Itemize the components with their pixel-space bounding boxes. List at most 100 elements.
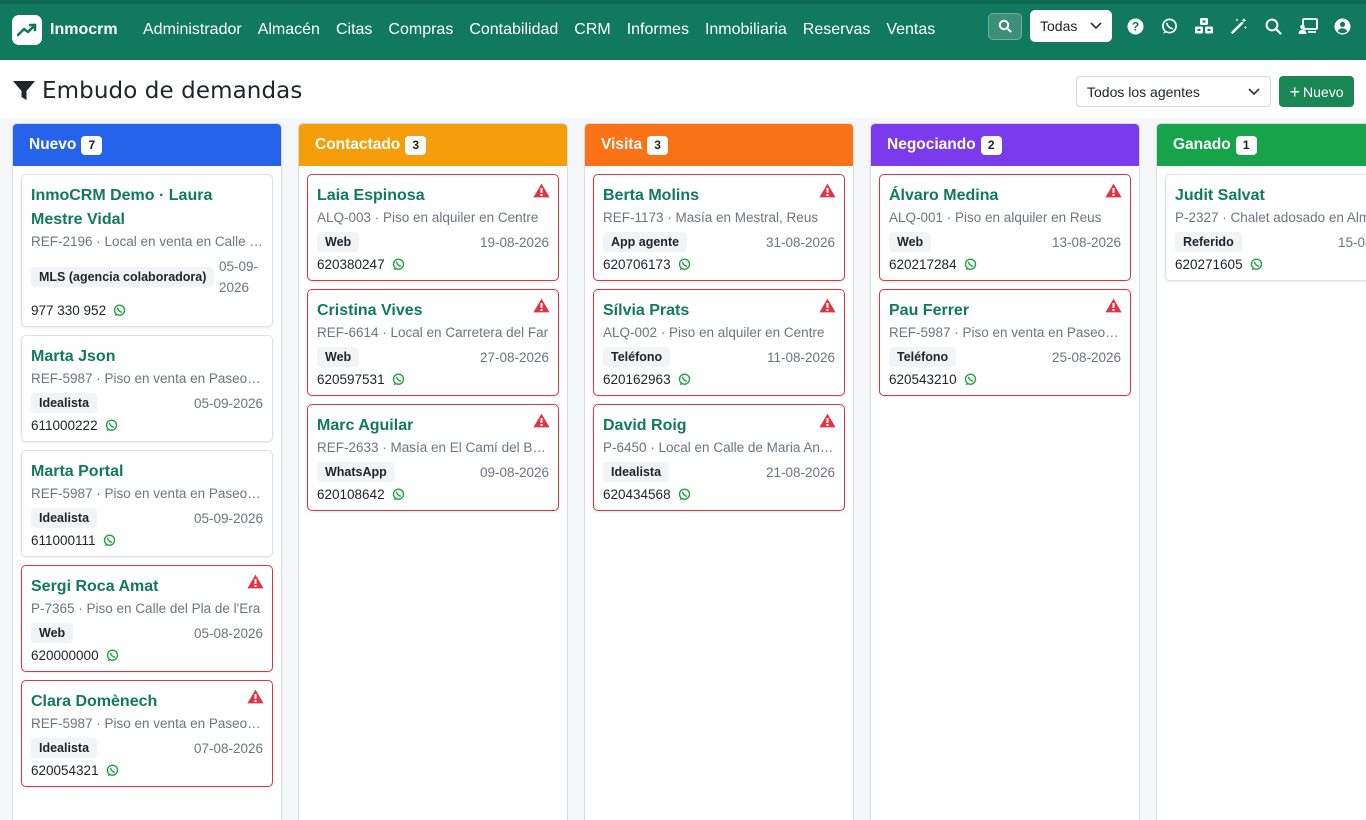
demand-card[interactable]: Pau Ferrer REF-5987 · Piso en venta en Pa… (879, 289, 1131, 396)
demand-card[interactable]: Sergi Roca Amat P-7365 · Piso en Calle de… (21, 565, 273, 672)
whatsapp-icon[interactable] (392, 488, 405, 501)
column-title: Contactado (315, 136, 401, 153)
channel-badge: Idealista (31, 393, 98, 413)
whatsapp-icon[interactable] (392, 373, 405, 386)
nav-item-contabilidad[interactable]: Contabilidad (461, 0, 566, 60)
nav-item-reservas[interactable]: Reservas (795, 0, 879, 60)
card-client-name[interactable]: Laia Espinosa (317, 184, 549, 208)
warning-icon (247, 689, 264, 709)
page-header: Embudo de demandas Todos los agentes + N… (0, 60, 1366, 118)
card-property-ref: P-6450 · Local en Calle de Maria Antònia (603, 440, 835, 455)
card-date: 07-08-2026 (193, 740, 263, 756)
nav-item-compras[interactable]: Compras (380, 0, 461, 60)
card-meta: App agente 31-08-2026 (603, 232, 835, 252)
demand-card[interactable]: Marta Json REF-5987 · Piso en venta en Pa… (21, 335, 273, 442)
card-client-name[interactable]: InmoCRM Demo · Laura Mestre Vidal (31, 184, 263, 232)
nav-item-inmobiliaria[interactable]: Inmobiliaria (697, 0, 795, 60)
whatsapp-icon[interactable] (106, 649, 119, 662)
column-nuevo: Nuevo 7 InmoCRM Demo · Laura Mestre Vidal R… (12, 123, 282, 820)
demand-card[interactable]: Laia Espinosa ALQ-003 · Piso en alquiler … (307, 174, 559, 281)
column-count-badge: 7 (81, 135, 103, 155)
help-icon[interactable]: ? (1125, 16, 1145, 36)
column-title: Ganado (1173, 136, 1231, 153)
card-property-ref: P-7365 · Piso en Calle del Pla de l'Era (31, 601, 261, 616)
demand-card[interactable]: Clara Domènech REF-5987 · Piso en venta e… (21, 680, 273, 787)
search-toggle-button[interactable] (988, 12, 1022, 40)
demand-card[interactable]: Judit Salvat P-2327 · Chalet adosado en A… (1165, 174, 1366, 281)
demand-card[interactable]: Cristina Vives REF-6614 · Local en Carret… (307, 289, 559, 396)
whatsapp-icon[interactable] (678, 488, 691, 501)
nav-item-almacen[interactable]: Almacén (250, 0, 328, 60)
demand-card[interactable]: David Roig P-6450 · Local en Calle de Mar… (593, 404, 845, 511)
card-date: 21-08-2026 (765, 464, 835, 480)
card-client-name[interactable]: Pau Ferrer (889, 299, 1121, 323)
card-client-name[interactable]: Marc Aguilar (317, 414, 549, 438)
whatsapp-icon[interactable] (1250, 258, 1263, 271)
column-count-badge: 2 (980, 135, 1002, 155)
whatsapp-icon[interactable] (678, 373, 691, 386)
card-phone: 620380247 (317, 257, 549, 272)
brand[interactable]: Inmocrm (12, 15, 130, 45)
company-filter-select[interactable]: Todas (1030, 10, 1112, 42)
agent-filter-select[interactable]: Todos los agentes (1076, 76, 1271, 107)
card-client-name[interactable]: Álvaro Medina (889, 184, 1121, 208)
warning-icon (1105, 183, 1122, 203)
card-meta: Web 27-08-2026 (317, 347, 549, 367)
card-client-name[interactable]: Marta Portal (31, 460, 263, 484)
card-client-name[interactable]: Marta Json (31, 345, 263, 369)
new-demand-button[interactable]: + Nuevo (1279, 76, 1354, 107)
nav-item-administrador[interactable]: Administrador (135, 0, 250, 60)
search-icon[interactable] (1263, 16, 1283, 36)
user-account-icon[interactable] (1332, 16, 1352, 36)
card-client-name[interactable]: Berta Molins (603, 184, 835, 208)
nav-item-citas[interactable]: Citas (328, 0, 380, 60)
demand-card[interactable]: InmoCRM Demo · Laura Mestre Vidal REF-219… (21, 174, 273, 327)
column-count-badge: 1 (1235, 135, 1257, 155)
card-client-name[interactable]: Judit Salvat (1175, 184, 1366, 208)
demand-card[interactable]: Marta Portal REF-5987 · Piso en venta en … (21, 450, 273, 557)
channel-badge: Idealista (603, 462, 670, 482)
warning-icon (533, 183, 550, 203)
column-count-badge: 3 (405, 135, 427, 155)
card-client-name[interactable]: David Roig (603, 414, 835, 438)
demand-card[interactable]: Berta Molins REF-1173 · Masía en Mestral,… (593, 174, 845, 281)
card-meta: MLS (agencia colaboradora) 05-09-2026 (31, 256, 263, 298)
phone-number: 620108642 (317, 487, 385, 502)
demand-card[interactable]: Sílvia Prats ALQ-002 · Piso en alquiler e… (593, 289, 845, 396)
demand-card[interactable]: Álvaro Medina ALQ-001 · Piso en alquiler … (879, 174, 1131, 281)
whatsapp-icon[interactable] (392, 258, 405, 271)
phone-number: 620162963 (603, 372, 671, 387)
card-phone: 620217284 (889, 257, 1121, 272)
whatsapp-icon[interactable] (105, 419, 118, 432)
phone-number: 977 330 952 (31, 303, 107, 318)
card-meta: Idealista 21-08-2026 (603, 462, 835, 482)
whatsapp-icon[interactable] (1160, 16, 1180, 36)
nav-item-ventas[interactable]: Ventas (878, 0, 943, 60)
phone-number: 611000111 (31, 533, 96, 548)
card-meta: Idealista 05-09-2026 (31, 508, 263, 528)
card-client-name[interactable]: Sílvia Prats (603, 299, 835, 323)
presentation-screen-icon[interactable] (1298, 16, 1318, 36)
demand-card[interactable]: Marc Aguilar REF-2633 · Masía en El Camí … (307, 404, 559, 511)
page-title: Embudo de demandas (12, 78, 302, 104)
magic-wand-icon[interactable] (1229, 16, 1249, 36)
whatsapp-icon[interactable] (964, 373, 977, 386)
card-client-name[interactable]: Cristina Vives (317, 299, 549, 323)
card-property-ref: ALQ-002 · Piso en alquiler en Centre (603, 325, 825, 340)
nav-item-crm[interactable]: CRM (566, 0, 618, 60)
card-date: 05-09-2026 (193, 510, 263, 526)
whatsapp-icon[interactable] (103, 534, 116, 547)
card-phone: 620706173 (603, 257, 835, 272)
whatsapp-icon[interactable] (113, 304, 126, 317)
whatsapp-icon[interactable] (678, 258, 691, 271)
cubes-icon[interactable] (1194, 16, 1214, 36)
card-client-name[interactable]: Clara Domènech (31, 690, 263, 714)
whatsapp-icon[interactable] (964, 258, 977, 271)
nav-item-informes[interactable]: Informes (619, 0, 697, 60)
trending-up-icon (12, 15, 42, 45)
card-meta: Web 19-08-2026 (317, 232, 549, 252)
whatsapp-icon[interactable] (106, 764, 119, 777)
card-client-name[interactable]: Sergi Roca Amat (31, 575, 263, 599)
phone-number: 620543210 (889, 372, 957, 387)
warning-icon (1105, 298, 1122, 318)
